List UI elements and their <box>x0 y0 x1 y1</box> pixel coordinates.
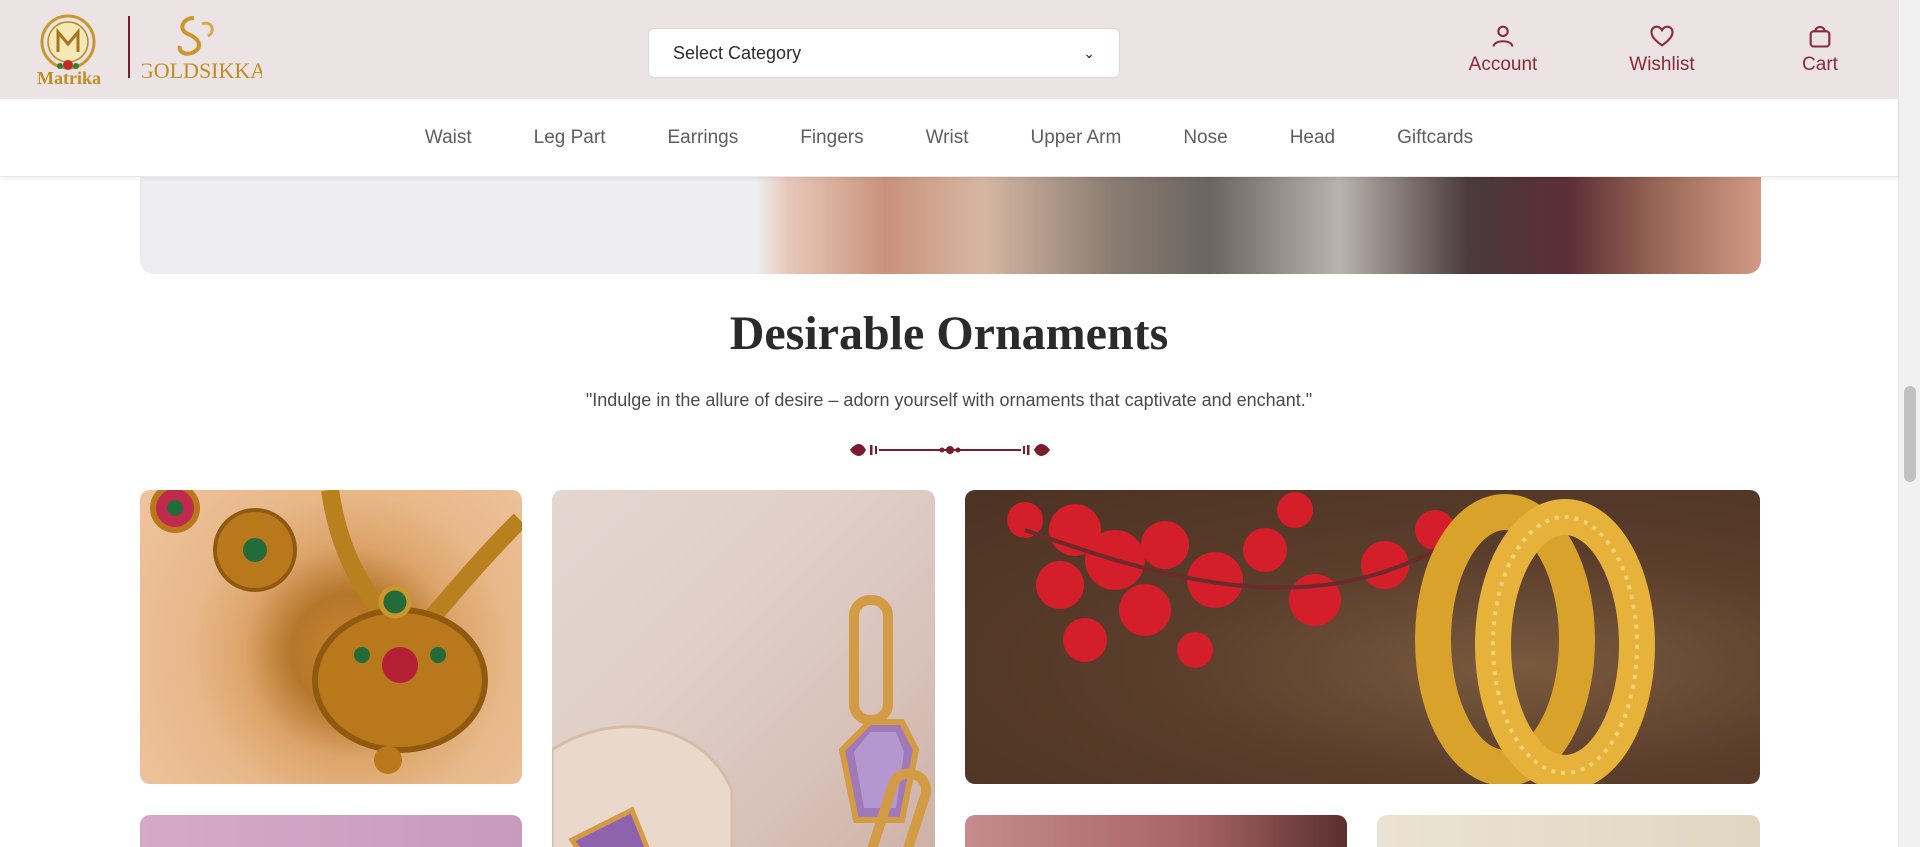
account-label: Account <box>1468 54 1538 75</box>
product-image-pink[interactable] <box>140 815 522 847</box>
chevron-down-icon: ⌄ <box>1083 44 1095 61</box>
amethyst-earrings-image[interactable] <box>552 490 935 847</box>
section-subtitle: "Indulge in the allure of desire – adorn… <box>585 390 1313 410</box>
nav-item-nose[interactable]: Nose <box>1152 127 1258 149</box>
shopping-bag-icon <box>1809 25 1831 48</box>
nav-item-wrist[interactable]: Wrist <box>895 127 1000 149</box>
nav-item-fingers[interactable]: Fingers <box>769 127 894 149</box>
nav-item-upper-arm[interactable]: Upper Arm <box>1000 127 1153 149</box>
nav-item-earrings[interactable]: Earrings <box>636 127 769 149</box>
account-button[interactable]: Account <box>1462 22 1544 76</box>
hero-banner-image[interactable] <box>140 177 1761 274</box>
page: Matrika GOLDSIKKA Select Category ⌄ Acco… <box>0 0 1920 847</box>
wishlist-button[interactable]: Wishlist <box>1620 22 1704 76</box>
nav-item-giftcards[interactable]: Giftcards <box>1366 127 1504 149</box>
top-header: Matrika GOLDSIKKA Select Category ⌄ Acco… <box>0 0 1898 99</box>
necklace-set-image[interactable] <box>140 490 522 784</box>
section-title: Desirable Ornaments <box>729 307 1169 360</box>
page-scrollbar[interactable] <box>1898 0 1920 847</box>
svg-text:GOLDSIKKA: GOLDSIKKA <box>142 58 262 83</box>
wishlist-label: Wishlist <box>1629 54 1695 75</box>
nav-item-waist[interactable]: Waist <box>394 127 503 149</box>
matrika-logo[interactable]: Matrika <box>26 10 112 90</box>
cart-label: Cart <box>1802 54 1838 75</box>
svg-text:Matrika: Matrika <box>37 68 101 88</box>
cart-button[interactable]: Cart <box>1784 22 1856 76</box>
heart-icon <box>1650 25 1674 47</box>
product-image-cream[interactable] <box>1377 815 1760 847</box>
gold-bangles-image[interactable] <box>965 490 1760 784</box>
ornament-divider-icon <box>846 438 1054 462</box>
product-image-rose[interactable] <box>965 815 1347 847</box>
goldsikka-logo[interactable]: GOLDSIKKA <box>138 10 266 90</box>
logo-divider <box>128 16 130 78</box>
category-nav: Waist Leg Part Earrings Fingers Wrist Up… <box>0 99 1898 177</box>
nav-item-head[interactable]: Head <box>1259 127 1366 149</box>
category-select-value: Select Category <box>673 42 802 63</box>
user-icon <box>1492 25 1514 47</box>
scrollbar-thumb[interactable] <box>1904 386 1916 482</box>
category-select[interactable]: Select Category ⌄ <box>648 28 1120 78</box>
nav-item-leg-part[interactable]: Leg Part <box>503 127 637 149</box>
